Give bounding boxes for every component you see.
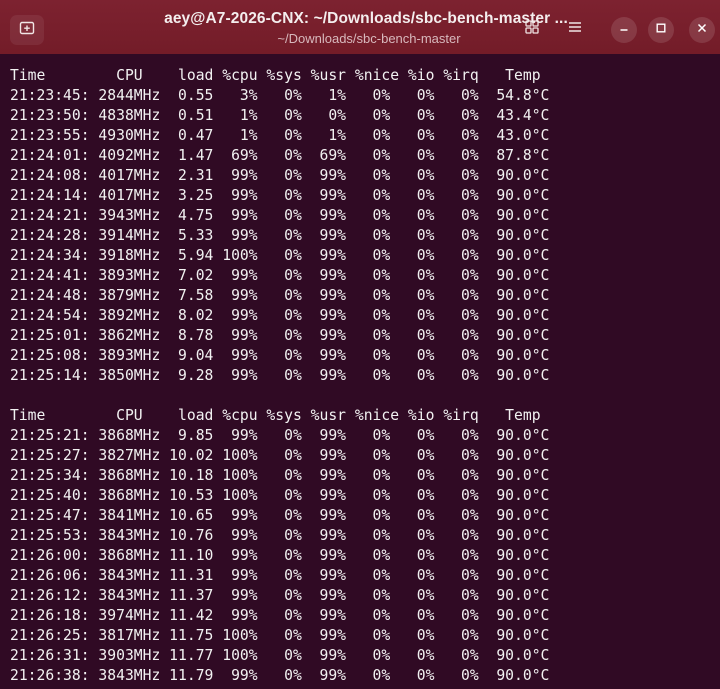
table-row: 21:26:06: 3843MHz 11.31 99% 0% 99% 0% 0%…	[10, 567, 550, 584]
table-row: 21:26:38: 3843MHz 11.79 99% 0% 99% 0% 0%…	[10, 667, 550, 684]
terminal-window: aey@A7-2026-CNX: ~/Downloads/sbc-bench-m…	[0, 0, 720, 689]
table-row: 21:23:45: 2844MHz 0.55 3% 0% 1% 0% 0% 0%…	[10, 87, 550, 104]
close-icon	[696, 21, 708, 39]
table-row: 21:24:14: 4017MHz 3.25 99% 0% 99% 0% 0% …	[10, 187, 550, 204]
title-bar[interactable]: aey@A7-2026-CNX: ~/Downloads/sbc-bench-m…	[0, 0, 720, 54]
block-1-rows: 21:23:45: 2844MHz 0.55 3% 0% 1% 0% 0% 0%…	[10, 86, 549, 386]
hamburger-menu-icon	[567, 19, 583, 40]
minimize-button[interactable]	[611, 17, 637, 43]
table-row: 21:25:47: 3841MHz 10.65 99% 0% 99% 0% 0%…	[10, 507, 550, 524]
table-row: 21:25:34: 3868MHz 10.18 100% 0% 99% 0% 0…	[10, 467, 550, 484]
table-row: 21:25:21: 3868MHz 9.85 99% 0% 99% 0% 0% …	[10, 427, 550, 444]
table-row: 21:24:01: 4092MHz 1.47 69% 0% 69% 0% 0% …	[10, 147, 550, 164]
table-row: 21:24:54: 3892MHz 8.02 99% 0% 99% 0% 0% …	[10, 307, 550, 324]
output-block-2: Time CPU load %cpu %sys %usr %nice %io %…	[10, 406, 549, 686]
table-row: 21:25:08: 3893MHz 9.04 99% 0% 99% 0% 0% …	[10, 347, 550, 364]
grid-view-button[interactable]	[518, 15, 546, 43]
menu-button[interactable]	[561, 15, 589, 43]
table-row: 21:24:41: 3893MHz 7.02 99% 0% 99% 0% 0% …	[10, 267, 550, 284]
minimize-icon	[618, 21, 630, 39]
table-row: 21:24:21: 3943MHz 4.75 99% 0% 99% 0% 0% …	[10, 207, 550, 224]
close-button[interactable]	[689, 17, 715, 43]
maximize-button[interactable]	[648, 17, 674, 43]
grid-icon	[524, 19, 540, 40]
table-row: 21:24:28: 3914MHz 5.33 99% 0% 99% 0% 0% …	[10, 227, 550, 244]
table-row: 21:26:00: 3868MHz 11.10 99% 0% 99% 0% 0%…	[10, 547, 550, 564]
terminal-output[interactable]: Time CPU load %cpu %sys %usr %nice %io %…	[0, 54, 720, 689]
table-header: Time CPU load %cpu %sys %usr %nice %io %…	[10, 67, 541, 84]
table-row: 21:23:50: 4838MHz 0.51 1% 0% 0% 0% 0% 0%…	[10, 107, 550, 124]
block-2-rows: 21:25:21: 3868MHz 9.85 99% 0% 99% 0% 0% …	[10, 426, 549, 686]
table-row: 21:25:53: 3843MHz 10.76 99% 0% 99% 0% 0%…	[10, 527, 550, 544]
table-row: 21:24:34: 3918MHz 5.94 100% 0% 99% 0% 0%…	[10, 247, 550, 264]
output-block-1: Time CPU load %cpu %sys %usr %nice %io %…	[10, 66, 549, 386]
table-row: 21:24:48: 3879MHz 7.58 99% 0% 99% 0% 0% …	[10, 287, 550, 304]
maximize-icon	[655, 21, 667, 39]
table-row: 21:26:31: 3903MHz 11.77 100% 0% 99% 0% 0…	[10, 647, 550, 664]
table-row: 21:25:14: 3850MHz 9.28 99% 0% 99% 0% 0% …	[10, 367, 550, 384]
table-row: 21:26:12: 3843MHz 11.37 99% 0% 99% 0% 0%…	[10, 587, 550, 604]
table-row: 21:24:08: 4017MHz 2.31 99% 0% 99% 0% 0% …	[10, 167, 550, 184]
table-row: 21:25:40: 3868MHz 10.53 100% 0% 99% 0% 0…	[10, 487, 550, 504]
table-row: 21:23:55: 4930MHz 0.47 1% 0% 1% 0% 0% 0%…	[10, 127, 550, 144]
table-header: Time CPU load %cpu %sys %usr %nice %io %…	[10, 407, 541, 424]
table-row: 21:25:01: 3862MHz 8.78 99% 0% 99% 0% 0% …	[10, 327, 550, 344]
window-title-text: aey@A7-2026-CNX: ~/Downloads/sbc-bench-m…	[164, 10, 568, 27]
table-row: 21:25:27: 3827MHz 10.02 100% 0% 99% 0% 0…	[10, 447, 550, 464]
table-row: 21:26:18: 3974MHz 11.42 99% 0% 99% 0% 0%…	[10, 607, 550, 624]
table-row: 21:26:25: 3817MHz 11.75 100% 0% 99% 0% 0…	[10, 627, 550, 644]
